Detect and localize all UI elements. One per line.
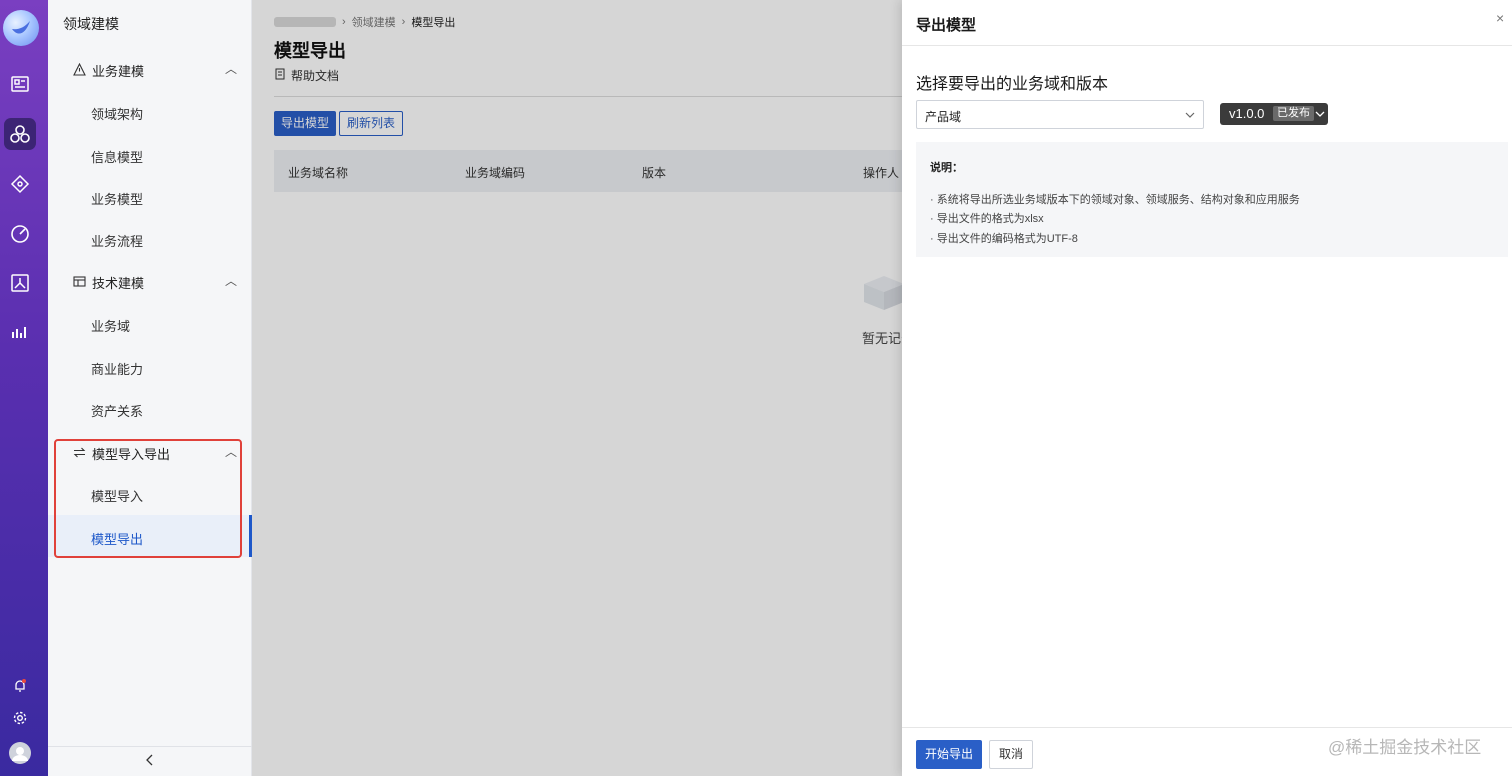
app-rail [0,0,48,776]
status-badge: 已发布 [1273,106,1314,121]
sidebar-item[interactable]: 业务域 [91,316,130,335]
table-icon [73,275,86,291]
sidebar-item[interactable]: 资产关系 [91,401,143,420]
sidebar-item[interactable]: 信息模型 [91,147,143,166]
sidebar-item[interactable]: 商业能力 [91,359,143,378]
instructions-heading: 说明： [930,162,963,174]
bell-icon[interactable] [8,674,32,698]
diamond-nodes-icon[interactable] [8,172,32,196]
chevron-up-icon: ︿ [225,62,238,76]
drawer-footer-divider [902,727,1512,728]
gear-icon[interactable] [8,706,32,730]
version-select[interactable]: v1.0.0 已发布 [1220,103,1328,125]
drawer-divider [902,45,1512,46]
instruction-item: · 导出文件的格式为xlsx [930,213,1044,225]
close-icon[interactable]: × [1496,10,1504,26]
sidebar-group-business-modeling[interactable]: 业务建模 ︿ [73,61,237,80]
cancel-button[interactable]: 取消 [989,740,1033,769]
instruction-item: · 导出文件的编码格式为UTF-8 [930,233,1078,245]
newspaper-icon[interactable] [8,72,32,96]
avatar[interactable] [8,741,32,765]
sidebar: 领域建模 业务建模 ︿ 领域架构 信息模型 业务模型 业务流程 技术建模 ︿ 业… [48,0,252,776]
select-value: 产品域 [925,110,962,124]
chevron-up-icon: ︿ [225,274,238,288]
structure-icon[interactable] [8,271,32,295]
start-export-button[interactable]: 开始导出 [916,740,982,769]
instructions-panel: 说明： · 系统将导出所选业务域版本下的领域对象、领域服务、结构对象和应用服务 … [916,142,1508,257]
gauge-icon[interactable] [8,222,32,246]
chevron-down-icon [1185,106,1195,123]
collapse-sidebar-button[interactable] [48,746,252,776]
version-value: v1.0.0 [1229,106,1265,121]
app-logo[interactable] [3,10,39,46]
sidebar-group-label: 技术建模 [92,276,145,291]
instruction-item: · 系统将导出所选业务域版本下的领域对象、领域服务、结构对象和应用服务 [930,194,1300,206]
drawer-title: 导出模型 [916,17,977,34]
sidebar-group-label: 业务建模 [92,64,145,79]
watermark: @稀土掘金技术社区 [1328,738,1482,757]
section-title: 选择要导出的业务域和版本 [916,76,1109,93]
domain-modeling-icon[interactable] [4,118,36,150]
sidebar-title: 领域建模 [63,16,119,32]
sidebar-item[interactable]: 业务模型 [91,189,143,208]
sidebar-group-tech-modeling[interactable]: 技术建模 ︿ [73,273,237,292]
export-model-drawer: 导出模型 × 选择要导出的业务域和版本 产品域 v1.0.0 已发布 说明： ·… [902,0,1512,776]
warning-triangle-icon [73,62,86,79]
bar-chart-icon[interactable] [8,320,32,344]
chevron-down-icon [1315,105,1325,122]
chevron-left-icon [145,754,155,769]
sidebar-item[interactable]: 业务流程 [91,231,143,250]
sidebar-item[interactable]: 领域架构 [91,104,143,123]
business-domain-select[interactable]: 产品域 [916,100,1204,129]
annotation-highlight-box [54,439,242,558]
